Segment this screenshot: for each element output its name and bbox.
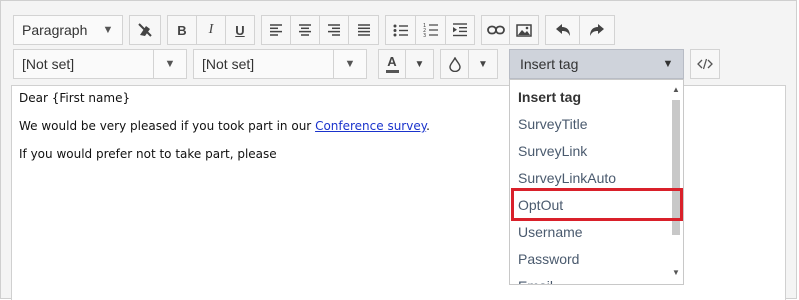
text-color-button[interactable]: A — [379, 50, 406, 78]
undo-button[interactable] — [546, 16, 580, 44]
image-icon — [516, 23, 532, 37]
align-justify-button[interactable] — [349, 16, 378, 44]
bullet-list-icon — [393, 24, 408, 36]
clear-format-icon — [138, 23, 152, 37]
font-size-select[interactable]: [Not set] ▼ — [193, 49, 367, 79]
background-color-dropdown[interactable]: ▼ — [469, 50, 497, 78]
history-group — [545, 15, 615, 45]
dropdown-header: Insert tag — [518, 88, 582, 105]
list-group: 123 — [385, 15, 475, 45]
text-style-group: B I U — [167, 15, 255, 45]
image-button[interactable] — [510, 16, 538, 44]
tag-option-surveytitle[interactable]: SurveyTitle — [510, 110, 670, 137]
font-family-select[interactable]: [Not set] ▼ — [13, 49, 187, 79]
insert-group — [481, 15, 539, 45]
redo-button[interactable] — [580, 16, 614, 44]
background-color-button[interactable] — [441, 50, 469, 78]
tag-option-email[interactable]: Email — [510, 272, 670, 285]
chevron-down-icon: ▼ — [153, 50, 186, 78]
rich-text-editor: Paragraph ▼ B I U 1 2 3 [Not set] ▼ [Not… — [0, 0, 797, 300]
undo-icon — [555, 23, 570, 36]
invitation-text: We would be very pleased if you took par… — [19, 119, 316, 133]
align-left-icon — [270, 24, 282, 36]
background-color-group: ▼ — [440, 49, 498, 79]
numbered-list-button[interactable]: 123 — [416, 16, 446, 44]
svg-text:3: 3 — [423, 33, 426, 37]
indent-button[interactable] — [446, 16, 474, 44]
link-icon — [486, 25, 505, 35]
code-icon — [697, 58, 713, 70]
paragraph-format-select[interactable]: Paragraph ▼ — [13, 15, 123, 45]
chevron-down-icon: ▼ — [662, 58, 674, 70]
link-button[interactable] — [482, 16, 510, 44]
align-justify-icon — [357, 24, 370, 36]
conference-survey-link[interactable]: Conference survey — [315, 119, 426, 133]
numbered-list-icon: 123 — [423, 23, 438, 37]
tag-option-username[interactable]: Username — [510, 218, 670, 245]
insert-tag-dropdown: Insert tag SurveyTitle SurveyLink Survey… — [509, 79, 684, 285]
tag-option-surveylink[interactable]: SurveyLink — [510, 137, 670, 164]
tag-option-password[interactable]: Password — [510, 245, 670, 272]
tag-option-surveylinkauto[interactable]: SurveyLinkAuto — [510, 164, 670, 191]
redo-icon — [590, 23, 604, 36]
bold-button[interactable]: B — [168, 16, 197, 44]
chevron-down-icon: ▼ — [333, 50, 366, 78]
align-left-button[interactable] — [262, 16, 291, 44]
scrollbar-thumb[interactable] — [672, 100, 680, 235]
scroll-up-icon[interactable]: ▲ — [669, 85, 683, 94]
align-center-icon — [299, 24, 311, 36]
underline-button[interactable]: U — [226, 16, 254, 44]
droplet-icon — [448, 56, 461, 72]
paragraph-format-value: Paragraph — [22, 22, 88, 38]
clear-format-group — [129, 15, 161, 45]
chevron-down-icon: ▼ — [102, 24, 114, 36]
align-center-button[interactable] — [291, 16, 320, 44]
invitation-period: . — [426, 119, 430, 133]
alignment-group — [261, 15, 379, 45]
chevron-down-icon: ▼ — [414, 58, 425, 70]
insert-tag-select[interactable]: Insert tag ▼ — [509, 49, 684, 79]
font-family-value: [Not set] — [22, 56, 75, 72]
indent-icon — [453, 23, 467, 37]
bullet-list-button[interactable] — [386, 16, 416, 44]
scroll-down-icon[interactable]: ▼ — [669, 268, 683, 277]
text-color-swatch — [385, 70, 399, 73]
source-code-group — [690, 49, 720, 79]
insert-tag-value: Insert tag — [520, 56, 579, 72]
text-color-dropdown[interactable]: ▼ — [406, 50, 433, 78]
clear-format-button[interactable] — [130, 16, 160, 44]
text-color-group: A ▼ — [378, 49, 434, 79]
chevron-down-icon: ▼ — [478, 58, 488, 70]
align-right-button[interactable] — [320, 16, 349, 44]
align-right-icon — [328, 24, 340, 36]
italic-button[interactable]: I — [197, 16, 226, 44]
source-code-button[interactable] — [691, 50, 719, 78]
font-size-value: [Not set] — [202, 56, 255, 72]
dropdown-scrollbar[interactable]: ▲ ▼ — [669, 80, 683, 284]
text-color-label: A — [387, 54, 397, 69]
tag-option-optout[interactable]: OptOut — [510, 191, 670, 218]
